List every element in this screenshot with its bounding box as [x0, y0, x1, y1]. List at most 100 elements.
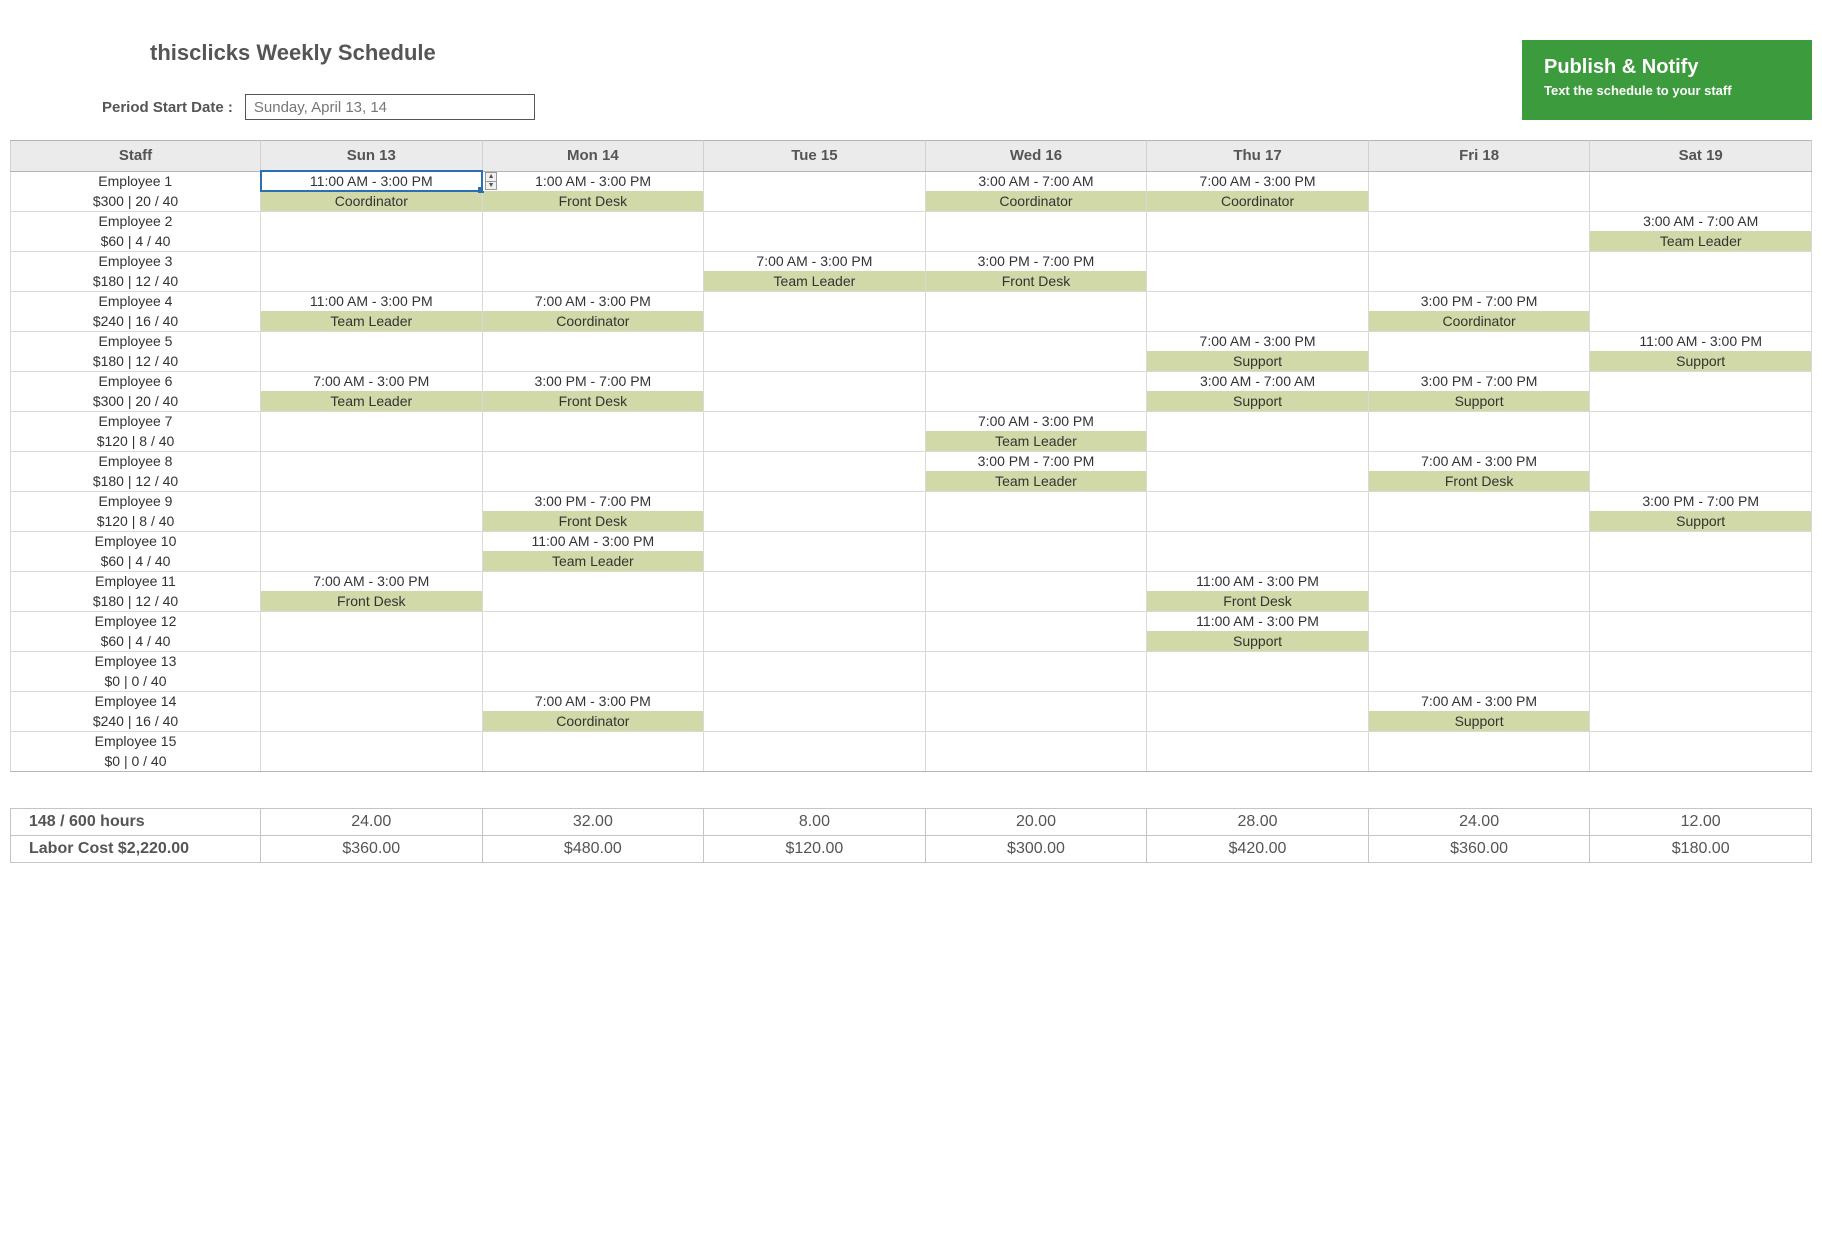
employee-name[interactable]: Employee 3 [11, 251, 261, 271]
shift-cell[interactable]: Front Desk [1147, 591, 1369, 611]
shift-cell[interactable]: Front Desk [482, 511, 704, 531]
shift-cell[interactable] [704, 351, 926, 371]
shift-cell[interactable]: Front Desk [925, 271, 1147, 291]
shift-cell[interactable] [1147, 451, 1369, 471]
shift-cell[interactable] [704, 531, 926, 551]
shift-cell[interactable] [704, 611, 926, 631]
shift-cell[interactable]: 7:00 AM - 3:00 PM [925, 411, 1147, 431]
shift-cell[interactable] [704, 511, 926, 531]
shift-cell[interactable] [1368, 231, 1590, 251]
shift-cell[interactable] [925, 551, 1147, 571]
shift-cell[interactable] [1368, 211, 1590, 231]
shift-cell[interactable]: Support [1147, 391, 1369, 411]
employee-name[interactable]: Employee 6 [11, 371, 261, 391]
shift-cell[interactable]: Team Leader [261, 391, 483, 411]
employee-name[interactable]: Employee 15 [11, 731, 261, 751]
shift-cell[interactable] [704, 471, 926, 491]
column-header-day[interactable]: Fri 18 [1368, 141, 1590, 172]
shift-cell[interactable] [1368, 171, 1590, 191]
shift-cell[interactable] [925, 671, 1147, 691]
shift-cell[interactable] [1590, 731, 1812, 751]
shift-cell[interactable] [1147, 731, 1369, 751]
column-header-day[interactable]: Thu 17 [1147, 141, 1369, 172]
shift-cell[interactable]: 3:00 PM - 7:00 PM [482, 371, 704, 391]
shift-cell[interactable] [1368, 511, 1590, 531]
shift-cell[interactable] [482, 451, 704, 471]
shift-cell[interactable] [1590, 271, 1812, 291]
shift-cell[interactable]: Front Desk [1368, 471, 1590, 491]
shift-cell[interactable]: Support [1590, 511, 1812, 531]
shift-cell[interactable] [1368, 251, 1590, 271]
shift-cell[interactable] [1147, 751, 1369, 771]
shift-cell[interactable]: 3:00 AM - 7:00 AM [1590, 211, 1812, 231]
shift-cell[interactable] [1590, 611, 1812, 631]
shift-cell[interactable] [1147, 411, 1369, 431]
shift-cell[interactable] [261, 651, 483, 671]
shift-cell[interactable]: 11:00 AM - 3:00 PM [1590, 331, 1812, 351]
shift-cell[interactable]: Team Leader [261, 311, 483, 331]
employee-name[interactable]: Employee 5 [11, 331, 261, 351]
shift-cell[interactable]: 3:00 AM - 7:00 AM [925, 171, 1147, 191]
shift-cell[interactable] [1590, 291, 1812, 311]
shift-cell[interactable]: 3:00 PM - 7:00 PM [1368, 291, 1590, 311]
shift-cell[interactable] [1368, 751, 1590, 771]
shift-cell[interactable] [1147, 251, 1369, 271]
shift-cell[interactable] [1368, 271, 1590, 291]
shift-cell[interactable] [261, 611, 483, 631]
shift-cell[interactable] [704, 551, 926, 571]
shift-cell[interactable] [925, 231, 1147, 251]
employee-name[interactable]: Employee 10 [11, 531, 261, 551]
shift-cell[interactable] [704, 731, 926, 751]
shift-cell[interactable] [1590, 191, 1812, 211]
shift-cell[interactable] [1147, 651, 1369, 671]
shift-cell[interactable] [925, 331, 1147, 351]
shift-cell[interactable] [1147, 711, 1369, 731]
shift-cell[interactable] [704, 411, 926, 431]
shift-cell[interactable]: 3:00 PM - 7:00 PM [925, 251, 1147, 271]
shift-cell[interactable] [482, 351, 704, 371]
shift-cell[interactable]: Front Desk [482, 391, 704, 411]
shift-cell[interactable] [704, 491, 926, 511]
shift-cell[interactable] [1368, 531, 1590, 551]
shift-cell[interactable] [1147, 291, 1369, 311]
shift-cell[interactable]: Coordinator [482, 711, 704, 731]
shift-cell[interactable]: 11:00 AM - 3:00 PM [1147, 571, 1369, 591]
shift-cell[interactable] [261, 691, 483, 711]
shift-cell[interactable] [704, 171, 926, 191]
shift-cell[interactable]: 1:00 AM - 3:00 PM▲▼ [482, 171, 704, 191]
shift-cell[interactable]: Coordinator [261, 191, 483, 211]
shift-cell[interactable] [261, 631, 483, 651]
employee-name[interactable]: Employee 1 [11, 171, 261, 191]
shift-cell[interactable] [704, 451, 926, 471]
employee-name[interactable]: Employee 9 [11, 491, 261, 511]
shift-cell[interactable] [1590, 551, 1812, 571]
shift-cell[interactable] [1590, 431, 1812, 451]
shift-cell[interactable] [925, 571, 1147, 591]
shift-cell[interactable] [1368, 731, 1590, 751]
shift-cell[interactable] [482, 411, 704, 431]
shift-cell[interactable] [925, 351, 1147, 371]
column-header-staff[interactable]: Staff [11, 141, 261, 172]
shift-cell[interactable] [261, 231, 483, 251]
shift-cell[interactable] [925, 391, 1147, 411]
shift-cell[interactable] [704, 331, 926, 351]
shift-cell[interactable] [1590, 751, 1812, 771]
shift-cell[interactable]: 11:00 AM - 3:00 PM [1147, 611, 1369, 631]
shift-cell[interactable]: 11:00 AM - 3:00 PM [482, 531, 704, 551]
shift-cell[interactable]: Coordinator [1147, 191, 1369, 211]
shift-cell[interactable] [704, 211, 926, 231]
shift-cell[interactable] [261, 271, 483, 291]
shift-cell[interactable] [1590, 691, 1812, 711]
shift-cell[interactable] [482, 231, 704, 251]
shift-cell[interactable] [1368, 591, 1590, 611]
shift-cell[interactable]: 7:00 AM - 3:00 PM [1368, 691, 1590, 711]
shift-cell[interactable] [925, 631, 1147, 651]
shift-cell[interactable] [1368, 431, 1590, 451]
shift-cell[interactable] [704, 591, 926, 611]
shift-cell[interactable] [704, 231, 926, 251]
shift-cell[interactable] [925, 691, 1147, 711]
shift-cell[interactable] [1147, 511, 1369, 531]
shift-cell[interactable] [1590, 391, 1812, 411]
employee-name[interactable]: Employee 8 [11, 451, 261, 471]
shift-cell[interactable] [1590, 251, 1812, 271]
